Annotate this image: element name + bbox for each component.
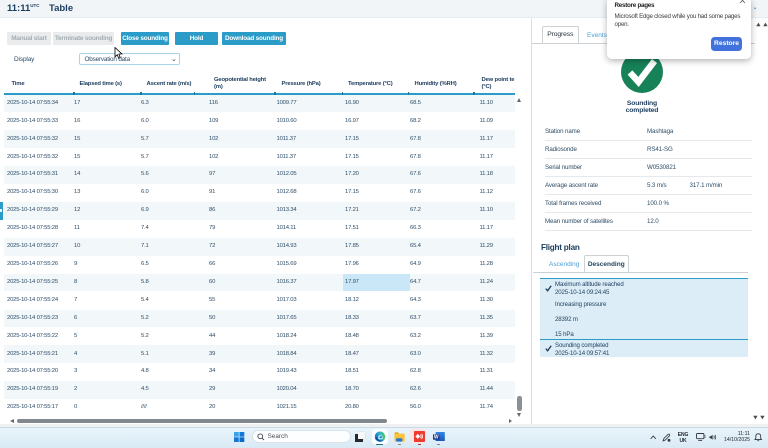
svg-text:W: W	[434, 434, 439, 440]
